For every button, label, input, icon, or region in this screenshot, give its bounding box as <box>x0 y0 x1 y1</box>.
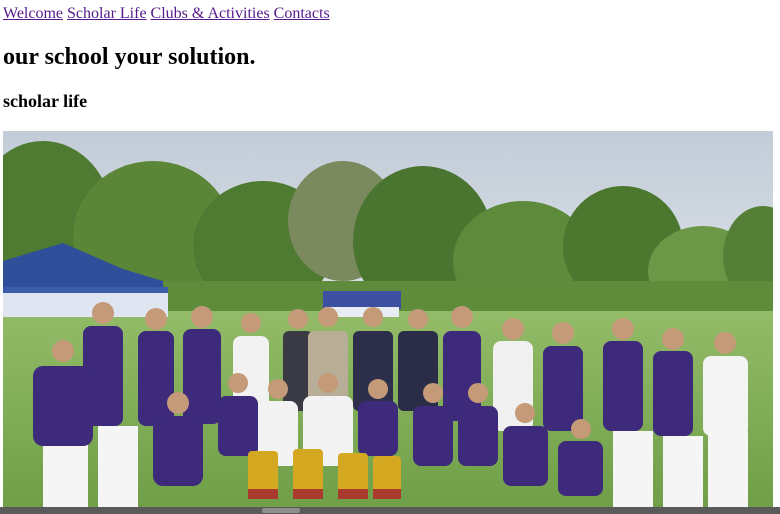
nav-link-clubs-activities[interactable]: Clubs & Activities <box>151 5 270 22</box>
page: Welcome Scholar Life Clubs & Activities … <box>0 0 780 514</box>
section-title: scholar life <box>3 91 88 111</box>
top-navigation: Welcome Scholar Life Clubs & Activities … <box>3 4 330 23</box>
horizontal-scrollbar[interactable] <box>0 507 780 514</box>
scrollbar-thumb[interactable] <box>262 508 300 513</box>
nav-link-contacts[interactable]: Contacts <box>274 5 330 22</box>
nav-link-welcome[interactable]: Welcome <box>3 5 63 22</box>
nav-link-scholar-life[interactable]: Scholar Life <box>67 5 147 22</box>
page-tagline: our school your solution. <box>3 44 256 70</box>
team-group-photo <box>3 131 773 507</box>
